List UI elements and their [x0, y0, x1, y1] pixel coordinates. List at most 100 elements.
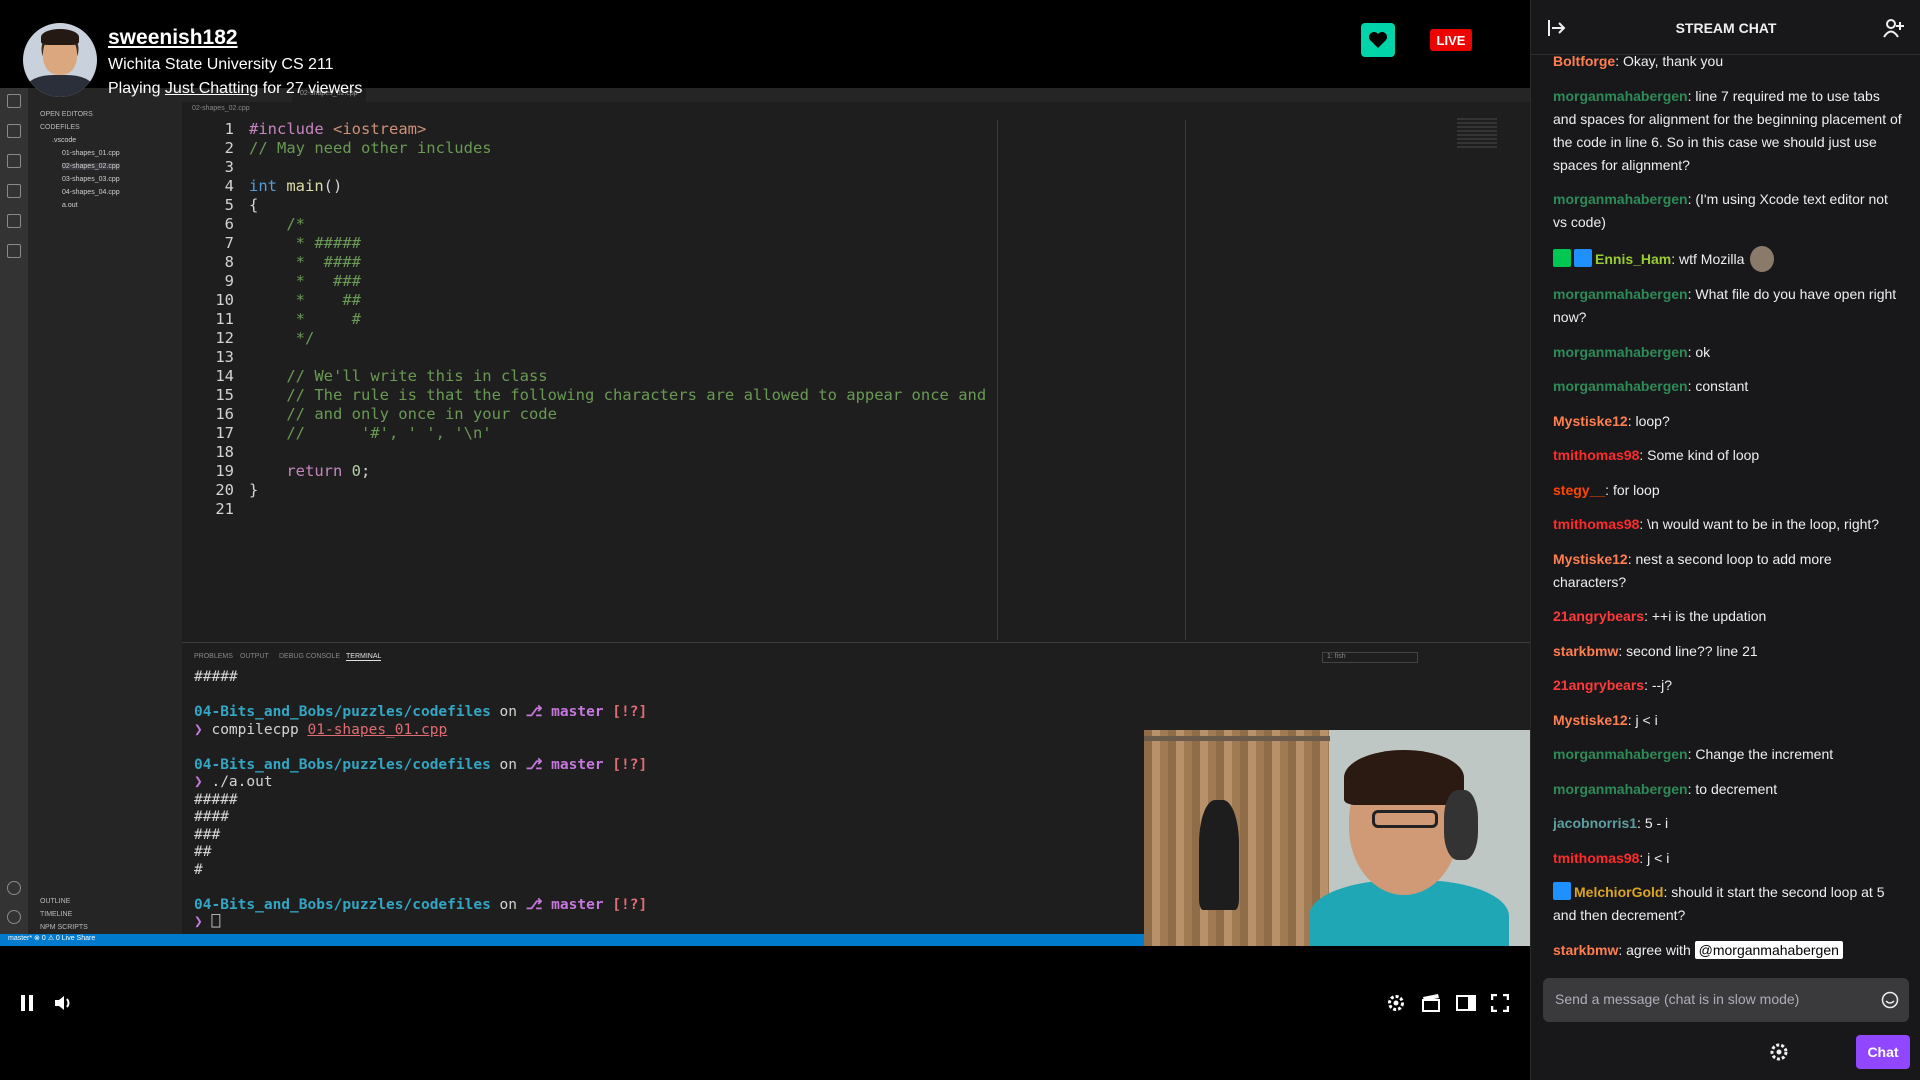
chat-username[interactable]: morganmahabergen: [1553, 378, 1688, 394]
volume-button[interactable]: [50, 990, 78, 1016]
chat-text: Some kind of loop: [1647, 447, 1760, 463]
chat-text: 5 - i: [1644, 815, 1669, 831]
stream-title: Wichita State University CS 211: [108, 56, 334, 73]
chat-username[interactable]: tmithomas98: [1553, 516, 1639, 532]
chat-username[interactable]: starkbmw: [1553, 942, 1618, 958]
chat-text: ok: [1695, 343, 1711, 360]
chat-username[interactable]: Ennis_Ham: [1595, 251, 1671, 267]
editor-tab-bar: 02-shapes_02.cpp: [182, 88, 1530, 102]
line-number: 8: [224, 253, 234, 271]
chat-username[interactable]: 21angrybears: [1553, 677, 1644, 693]
clip-button[interactable]: [1417, 990, 1445, 1016]
chat-username[interactable]: Mystiske12: [1553, 712, 1628, 728]
line-number: 20: [215, 481, 234, 499]
settings-gear-icon: [7, 910, 21, 924]
code-line: #include <iostream>: [249, 120, 427, 138]
chat-badge-icon[interactable]: [1574, 248, 1592, 267]
cam-headphones: [1444, 790, 1478, 860]
line-number: 9: [224, 272, 234, 290]
chat-mention[interactable]: @morganmahabergen: [1694, 940, 1843, 959]
debug-icon: [7, 184, 21, 198]
chat-text: Okay, thank you: [1623, 53, 1724, 69]
tab-problems: PROBLEMS: [194, 653, 233, 660]
chat-username[interactable]: jacobnorris1: [1553, 815, 1637, 831]
chat-message: Mystiske12: loop?: [1553, 410, 1905, 433]
video-player[interactable]: OPEN EDITORS CODEFILES .vscode 01-shapes…: [0, 0, 1530, 1080]
chat-badge-icon[interactable]: [1553, 248, 1571, 267]
fullscreen-button[interactable]: [1486, 990, 1514, 1016]
theatre-mode-button[interactable]: [1452, 990, 1480, 1016]
ruler: [997, 120, 998, 640]
pause-button[interactable]: [14, 990, 40, 1016]
chat-send-button[interactable]: Chat: [1856, 1035, 1910, 1069]
chat-separator: :: [1627, 412, 1636, 429]
users-icon[interactable]: [1883, 18, 1905, 38]
chat-message: Boltforge: Okay, thank you: [1553, 50, 1905, 73]
chat-username[interactable]: morganmahabergen: [1553, 286, 1688, 302]
chat-panel: STREAM CHAT Boltforge: Okay, thank you mo…: [1530, 0, 1920, 1080]
chat-username[interactable]: morganmahabergen: [1553, 191, 1688, 207]
chat-header: STREAM CHAT: [1531, 0, 1920, 55]
line-number: 7: [224, 234, 234, 252]
chat-username[interactable]: tmithomas98: [1553, 447, 1639, 463]
chat-text: j < i: [1635, 711, 1658, 728]
theatre-icon: [1456, 995, 1476, 1011]
chat-username[interactable]: Mystiske12: [1553, 413, 1628, 429]
line-number: 12: [215, 329, 234, 347]
chat-message: starkbmw: second line?? line 21: [1553, 640, 1905, 663]
chat-message: stegy__: for loop: [1553, 479, 1905, 502]
chat-text: j < i: [1647, 849, 1670, 866]
terminal-select: 1: fish: [1322, 652, 1418, 663]
emote-icon[interactable]: [1750, 245, 1775, 272]
volume-icon: [55, 996, 70, 1010]
chat-username[interactable]: morganmahabergen: [1553, 344, 1688, 360]
chat-separator: :: [1644, 608, 1652, 624]
chat-text: --j?: [1651, 677, 1673, 693]
fullscreen-icon: [1491, 994, 1509, 1012]
code-line: // and only once in your code: [249, 405, 557, 423]
emote-picker-icon[interactable]: [1881, 991, 1899, 1009]
chat-text: second line?? line 21: [1626, 642, 1758, 659]
code-line: // May need other includes: [249, 139, 492, 157]
chat-username[interactable]: stegy__: [1553, 482, 1605, 498]
line-number: 4: [224, 177, 234, 195]
chat-username[interactable]: 21angrybears: [1553, 608, 1644, 624]
code-editor: 02-shapes_02.cpp 02-shapes_02.cpp 1 #incl…: [182, 88, 1530, 642]
chat-message: 21angrybears: --j?: [1553, 674, 1905, 697]
code-line: // The rule is that the following charac…: [249, 386, 987, 404]
heart-icon: [1369, 32, 1387, 48]
settings-button[interactable]: [1382, 990, 1410, 1016]
cam-person-glasses: [1372, 810, 1438, 828]
code-line: * #####: [249, 234, 361, 252]
chat-username[interactable]: tmithomas98: [1553, 850, 1639, 866]
game-link[interactable]: Just Chatting: [165, 80, 258, 97]
chat-username[interactable]: morganmahabergen: [1553, 746, 1688, 762]
chat-badge-icon[interactable]: [1553, 882, 1571, 900]
code-line: // '#', ' ', '\n': [249, 424, 492, 442]
follow-button[interactable]: [1361, 23, 1395, 57]
chat-message: morganmahabergen: What file do you have …: [1553, 283, 1905, 329]
chat-username[interactable]: starkbmw: [1553, 643, 1618, 659]
chat-username[interactable]: Boltforge: [1553, 53, 1615, 69]
chat-settings-icon[interactable]: [1768, 1041, 1790, 1063]
ruler: [1185, 120, 1186, 640]
chat-username[interactable]: Mystiske12: [1553, 551, 1628, 567]
streamer-name-link[interactable]: sweenish182: [108, 26, 238, 50]
chat-input[interactable]: Send a message (chat is in slow mode): [1543, 978, 1909, 1022]
chat-username[interactable]: morganmahabergen: [1553, 88, 1688, 104]
chat-text: agree with: [1626, 941, 1695, 958]
npm-scripts-section: NPM SCRIPTS: [40, 924, 88, 931]
live-badge: LIVE: [1430, 29, 1472, 51]
line-number: 18: [215, 443, 234, 461]
chat-username[interactable]: morganmahabergen: [1553, 781, 1688, 797]
activity-bar: [0, 88, 28, 934]
stream-playing-info: Playing Just Chatting for 27 viewers: [108, 80, 362, 98]
code-line: * ##: [249, 291, 361, 309]
chat-message: MelchiorGold: should it start the second…: [1553, 881, 1905, 927]
tab-terminal: TERMINAL: [346, 653, 382, 661]
line-number: 10: [215, 291, 234, 309]
streamer-avatar[interactable]: [23, 23, 97, 97]
chat-input-placeholder: Send a message (chat is in slow mode): [1555, 991, 1800, 1007]
explorer-icon: [7, 94, 21, 108]
chat-username[interactable]: MelchiorGold: [1574, 884, 1663, 900]
